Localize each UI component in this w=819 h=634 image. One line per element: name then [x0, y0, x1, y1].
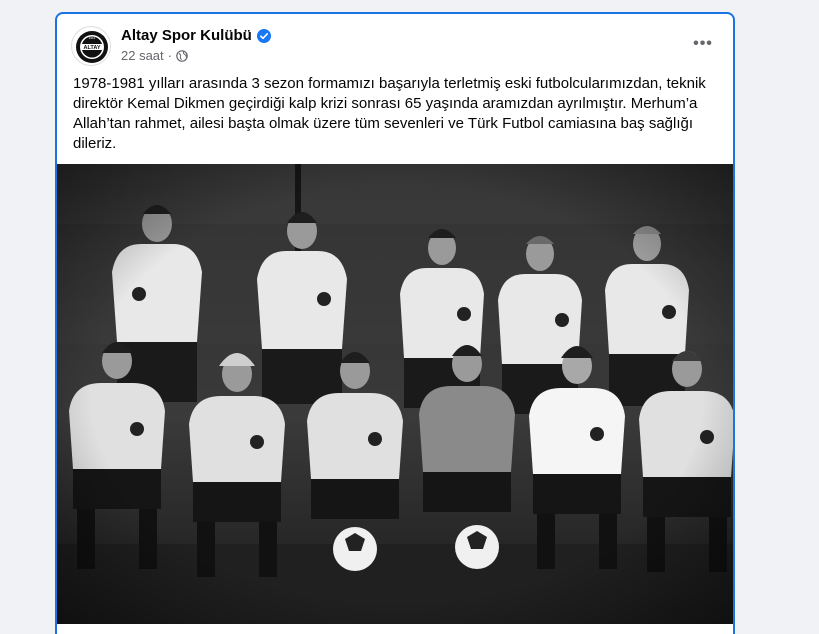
- meta-separator: ·: [167, 48, 172, 63]
- reactions-strip[interactable]: [57, 626, 733, 634]
- page-name-link[interactable]: Altay Spor Kulübü: [121, 27, 252, 44]
- logo-text: ALTAY: [83, 45, 100, 51]
- logo-year-text: 1914: [89, 36, 96, 40]
- team-photo-image: [57, 164, 733, 624]
- verified-badge-icon: [256, 28, 271, 43]
- page: ALTAY 1914 Altay Spor Kulübü 22 saat · •…: [0, 0, 819, 634]
- post-timestamp-link[interactable]: 22 saat: [121, 48, 164, 63]
- post-meta: 22 saat ·: [121, 48, 188, 63]
- page-name-row: Altay Spor Kulübü: [121, 27, 271, 44]
- post-card: ALTAY 1914 Altay Spor Kulübü 22 saat · •…: [55, 12, 735, 634]
- more-options-icon: •••: [693, 35, 713, 52]
- post-photo[interactable]: [57, 164, 733, 624]
- page-avatar[interactable]: ALTAY 1914: [71, 26, 111, 66]
- post-header: ALTAY 1914 Altay Spor Kulübü 22 saat · •…: [57, 14, 733, 70]
- more-options-button[interactable]: •••: [685, 30, 721, 58]
- post-text: 1978-1981 yılları arasında 3 sezon forma…: [73, 75, 706, 152]
- altay-logo-icon: ALTAY 1914: [73, 28, 110, 65]
- globe-icon[interactable]: [176, 49, 188, 62]
